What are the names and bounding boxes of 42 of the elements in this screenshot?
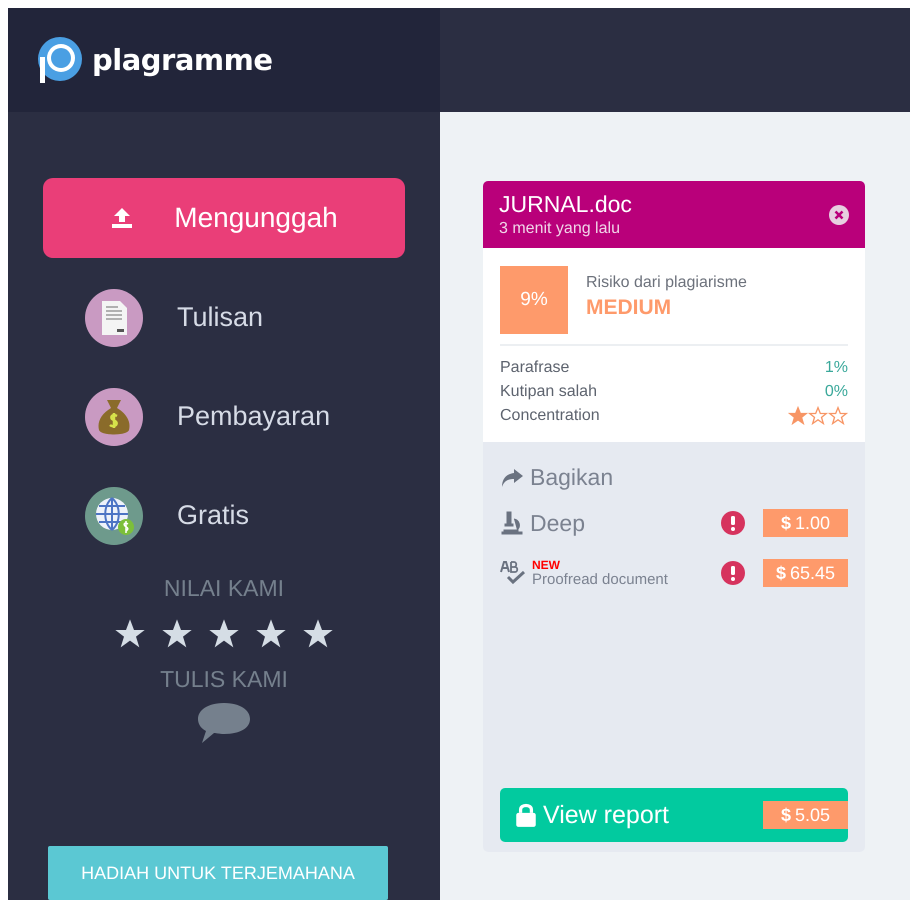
- upload-time: 3 menit yang lalu: [499, 220, 621, 238]
- service-label[interactable]: Proofread document: [532, 570, 668, 588]
- new-label: NEW: [532, 558, 560, 570]
- file-name: JURNAL.doc: [499, 191, 632, 218]
- warning-icon[interactable]: [721, 511, 745, 535]
- metric-label: Parafrase: [500, 359, 570, 377]
- view-report-button[interactable]: View report $ 5.05: [500, 788, 848, 842]
- sidebar-item[interactable]: Mengunggah: [43, 178, 405, 258]
- share-icon: [500, 468, 524, 488]
- warning-icon[interactable]: [721, 561, 745, 585]
- document-icon: [85, 288, 143, 346]
- microscope-icon: [500, 511, 524, 535]
- spellcheck-icon: [500, 560, 526, 586]
- sidebar-item[interactable]: Gratis: [43, 476, 405, 555]
- price-tag[interactable]: $ 1.00: [763, 509, 848, 537]
- sidebar-item[interactable]: Pembayaran: [43, 377, 405, 456]
- metric-value: 1%: [824, 359, 848, 377]
- star-icon[interactable]: [255, 618, 287, 650]
- promo-button[interactable]: HADIAH UNTUK TERJEMAHANA: [48, 846, 388, 900]
- lock-icon: [515, 802, 537, 828]
- metric-label: Concentration: [500, 407, 600, 425]
- close-icon[interactable]: [829, 204, 849, 224]
- star-icon[interactable]: [161, 618, 193, 650]
- risk-level: MEDIUM: [586, 296, 672, 320]
- money-bag-icon: [85, 388, 143, 446]
- score-badge: 9%: [500, 266, 568, 334]
- share-link[interactable]: Bagikan: [500, 464, 614, 491]
- service-label[interactable]: Deep: [530, 510, 585, 536]
- metric-label: Kutipan salah: [500, 383, 597, 401]
- price-tag[interactable]: $ 65.45: [763, 559, 848, 587]
- star-icon[interactable]: [302, 618, 334, 650]
- globe-icon: [85, 486, 143, 544]
- upload-icon: [110, 207, 134, 229]
- logo-text: plagramme: [92, 43, 273, 77]
- star-icon[interactable]: [208, 618, 240, 650]
- metric-value: 0%: [824, 383, 848, 401]
- price-tag: $ 5.05: [763, 801, 848, 829]
- star-icon[interactable]: [114, 618, 146, 650]
- write-heading: TULIS KAMI: [160, 666, 288, 693]
- sidebar-item[interactable]: Tulisan: [43, 278, 405, 357]
- risk-label: Risiko dari plagiarisme: [586, 274, 747, 292]
- rate-heading: NILAI KAMI: [164, 575, 284, 602]
